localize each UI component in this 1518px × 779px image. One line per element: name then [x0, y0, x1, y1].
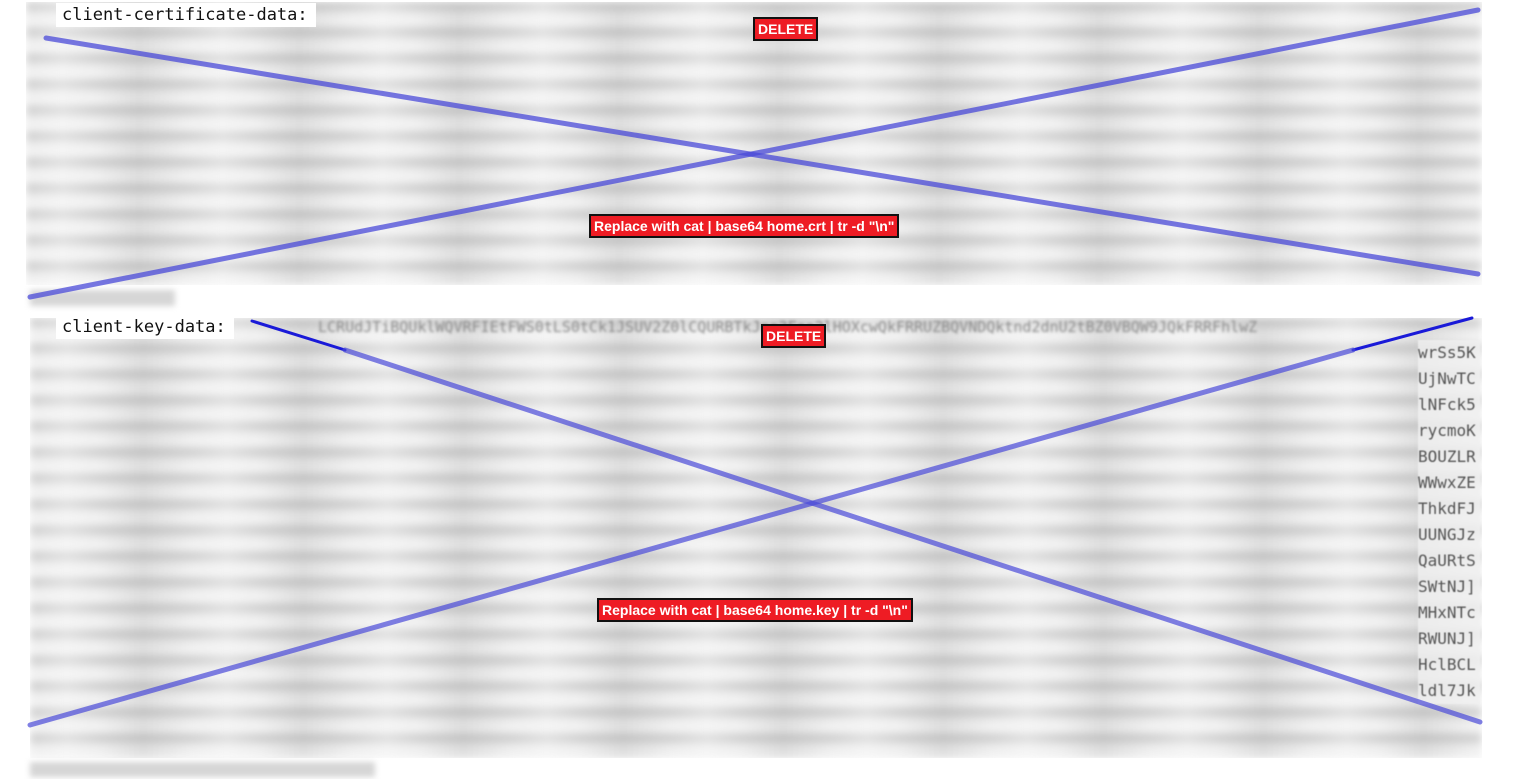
key-data-edge-fragment: ldl7Jk: [1418, 681, 1476, 700]
key-data-edge-fragments: wrSs5K UjNwTC lNFck5 rycmoK BOUZLR WWwxZE Thkd…: [1418, 340, 1480, 704]
key-data-edge-fragment: lNFck5: [1418, 395, 1476, 414]
key-data-edge-fragment: HclBCL: [1418, 655, 1476, 674]
client-key-data-label: client-key-data:: [56, 315, 234, 339]
key-data-edge-fragment: RWUNJ]: [1418, 629, 1476, 648]
key-data-edge-fragment: WWwxZE: [1418, 473, 1476, 492]
key-data-edge-fragment: QaURtS: [1418, 551, 1476, 570]
key-data-edge-fragment: wrSs5K: [1418, 343, 1476, 362]
key-delete-annotation: DELETE: [761, 324, 827, 348]
key-data-edge-fragment: BOUZLR: [1418, 447, 1476, 466]
certificate-replace-annotation: Replace with cat | base64 home.crt | tr …: [589, 214, 900, 238]
key-data-first-line: LCRUdJTiBQUklWQVRFIEtFWS0tLS0tCk1JSUV2Z0…: [318, 318, 1478, 336]
key-data-edge-fragment: UjNwTC: [1418, 369, 1476, 388]
certificate-data-redacted: [26, 2, 1482, 285]
key-data-edge-fragment: SWtNJ]: [1418, 577, 1476, 596]
key-data-edge-fragment: UUNGJz: [1418, 525, 1476, 544]
certificate-data-tail: [30, 290, 175, 306]
key-data-edge-fragment: ThkdFJ: [1418, 499, 1476, 518]
key-data-tail: [30, 762, 375, 777]
certificate-delete-annotation: DELETE: [753, 17, 819, 41]
key-data-redacted: [30, 318, 1482, 758]
key-data-edge-fragment: MHxNTc: [1418, 603, 1476, 622]
client-certificate-data-label: client-certificate-data:: [56, 3, 316, 27]
key-data-edge-fragment: rycmoK: [1418, 421, 1476, 440]
key-replace-annotation: Replace with cat | base64 home.key | tr …: [597, 598, 913, 622]
